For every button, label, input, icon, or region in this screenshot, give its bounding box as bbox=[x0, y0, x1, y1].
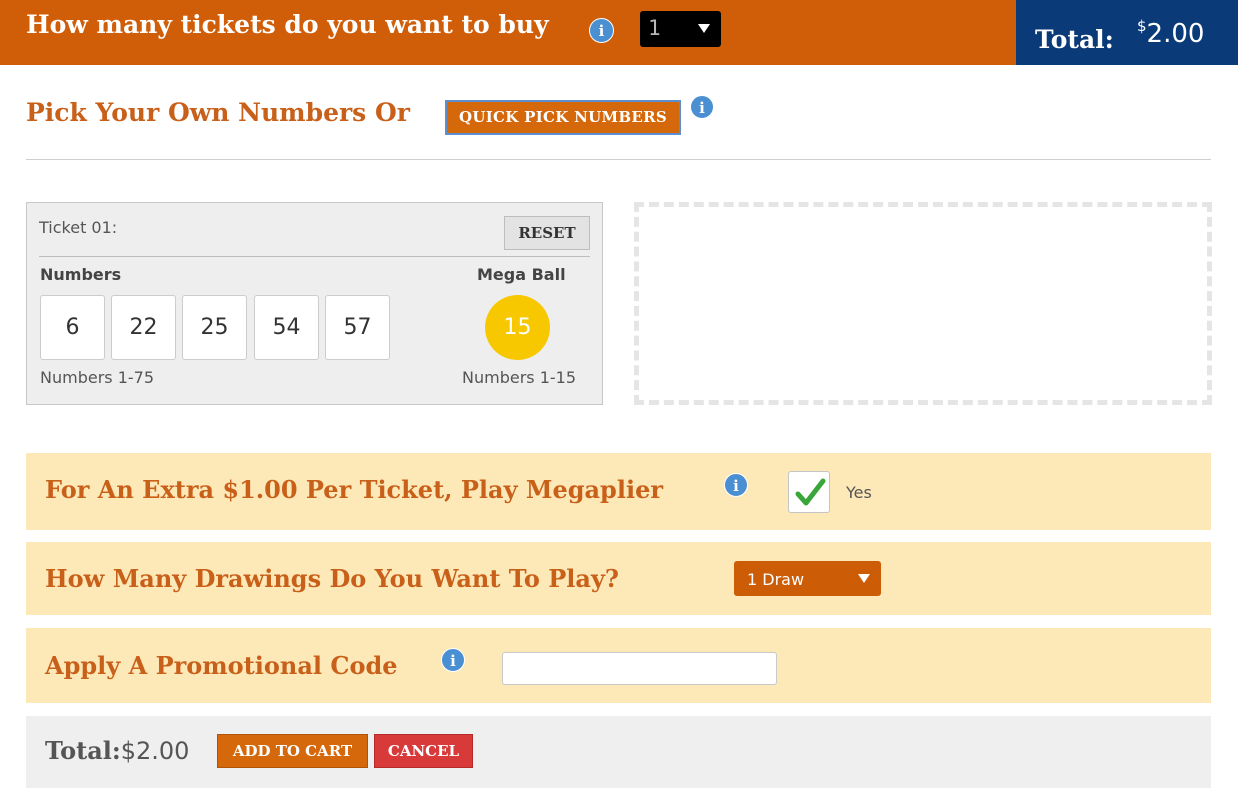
mega-ball-heading: Mega Ball bbox=[477, 265, 566, 284]
drawings-selected-value: 1 Draw bbox=[747, 570, 805, 589]
header-total-currency: $ bbox=[1137, 17, 1147, 35]
number-box[interactable]: 22 bbox=[111, 295, 176, 360]
drawings-select[interactable]: 1 Draw bbox=[734, 561, 881, 596]
add-to-cart-button[interactable]: ADD TO CART bbox=[217, 734, 368, 768]
ticket-quantity-value: 1 bbox=[648, 16, 661, 40]
mega-ball-range: Numbers 1-15 bbox=[462, 368, 577, 387]
header-total-label: Total: bbox=[1035, 25, 1114, 54]
footer-total-label: Total: bbox=[45, 736, 121, 765]
add-ticket-placeholder bbox=[634, 202, 1212, 405]
header-total: Total: $2.00 bbox=[1016, 0, 1238, 65]
promo-code-input[interactable] bbox=[502, 652, 777, 685]
number-box[interactable]: 57 bbox=[325, 295, 390, 360]
ticket-quantity-question: How many tickets do you want to buy bbox=[26, 10, 549, 39]
promo-title: Apply A Promotional Code bbox=[45, 651, 398, 680]
divider bbox=[39, 256, 590, 257]
numbers-range: Numbers 1-75 bbox=[40, 368, 155, 387]
mega-ball[interactable]: 15 bbox=[485, 295, 550, 360]
info-icon[interactable]: i bbox=[724, 473, 748, 497]
info-icon[interactable]: i bbox=[589, 18, 614, 43]
chevron-down-icon bbox=[858, 574, 870, 583]
promo-row: Apply A Promotional Code i bbox=[26, 628, 1211, 703]
header-total-amount: $2.00 bbox=[1137, 17, 1205, 49]
footer-total-value: $2.00 bbox=[120, 737, 190, 765]
megaplier-title: For An Extra $1.00 Per Ticket, Play Mega… bbox=[45, 475, 663, 504]
number-box[interactable]: 54 bbox=[254, 295, 319, 360]
drawings-title: How Many Drawings Do You Want To Play? bbox=[45, 564, 619, 593]
top-bar: How many tickets do you want to buy i 1 … bbox=[0, 0, 1238, 65]
reset-button[interactable]: RESET bbox=[504, 216, 590, 250]
chevron-down-icon bbox=[698, 24, 710, 33]
info-icon[interactable]: i bbox=[690, 95, 714, 119]
divider bbox=[26, 159, 1211, 160]
megaplier-checkbox[interactable] bbox=[788, 471, 830, 513]
megaplier-yes-label: Yes bbox=[846, 483, 872, 502]
ticket-quantity-select[interactable]: 1 bbox=[640, 11, 721, 47]
drawings-row: How Many Drawings Do You Want To Play? 1… bbox=[26, 542, 1211, 615]
cancel-button[interactable]: CANCEL bbox=[374, 734, 473, 768]
header-total-value: 2.00 bbox=[1146, 19, 1205, 49]
numbers-heading: Numbers bbox=[40, 265, 122, 284]
footer-total: Total:$2.00 bbox=[45, 736, 189, 765]
checkmark-icon bbox=[795, 478, 826, 506]
number-box[interactable]: 6 bbox=[40, 295, 105, 360]
info-icon[interactable]: i bbox=[441, 648, 465, 672]
quick-pick-button[interactable]: QUICK PICK NUMBERS bbox=[445, 100, 681, 135]
number-box[interactable]: 25 bbox=[182, 295, 247, 360]
pick-numbers-title: Pick Your Own Numbers Or bbox=[26, 98, 410, 127]
ticket-label: Ticket 01: bbox=[39, 218, 118, 237]
footer-bar: Total:$2.00 ADD TO CART CANCEL bbox=[26, 716, 1211, 788]
ticket-panel: Ticket 01: RESET Numbers Mega Ball 6 22 … bbox=[26, 202, 603, 405]
megaplier-row: For An Extra $1.00 Per Ticket, Play Mega… bbox=[26, 453, 1211, 530]
